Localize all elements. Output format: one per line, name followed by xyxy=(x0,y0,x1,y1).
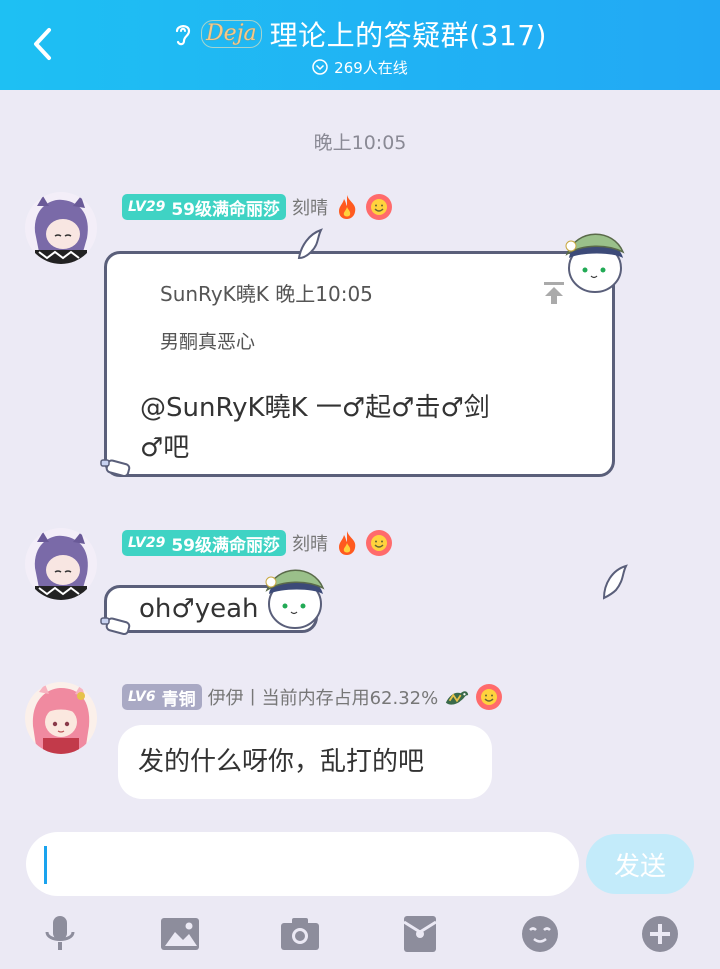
image-icon xyxy=(161,918,199,950)
group-logo: Deja xyxy=(201,20,262,48)
chibi-character-decoration-icon xyxy=(265,569,325,629)
sender-info: LV29 59级满命丽莎 刻晴 xyxy=(122,193,392,221)
plus-icon xyxy=(642,916,678,952)
online-count-label: 269人在线 xyxy=(334,58,408,77)
message-bubble[interactable]: 发的什么呀你，乱打的吧 xyxy=(118,725,492,799)
level-badge: LV29 59级满命丽莎 xyxy=(122,194,286,220)
level-label: LV29 xyxy=(128,535,166,551)
sender-info: LV6 青铜 伊伊丨当前内存占用62.32% xyxy=(122,683,503,711)
fire-icon xyxy=(334,530,360,556)
message-text: @SunRyK曉K 一♂起♂击♂剑 ♂吧 xyxy=(140,388,580,468)
level-label: LV6 xyxy=(128,689,156,705)
bottle-decoration-icon xyxy=(100,617,131,636)
microphone-icon xyxy=(45,916,75,950)
red-packet-icon xyxy=(403,916,437,952)
title-label: 青铜 xyxy=(161,689,196,710)
fire-icon xyxy=(334,194,360,220)
reply-text: 男酮真恶心 xyxy=(160,331,256,353)
chat-header: Deja 理论上的答疑群(317) 269人在线 xyxy=(0,0,720,90)
message-bubble[interactable]: oh♂yeah xyxy=(100,569,325,636)
level-badge: LV29 59级满命丽莎 xyxy=(122,530,286,556)
feather-decoration-icon xyxy=(297,228,323,260)
avatar[interactable] xyxy=(25,528,97,600)
smiley-flower-icon xyxy=(476,684,503,710)
avatar-image xyxy=(25,192,97,264)
emoji-button[interactable] xyxy=(518,912,562,956)
message-text: oh♂yeah xyxy=(139,594,259,624)
image-button[interactable] xyxy=(158,912,202,956)
chat-title-row[interactable]: Deja 理论上的答疑群(317) xyxy=(0,14,720,54)
feather-decoration-icon xyxy=(602,564,628,600)
ear-icon xyxy=(175,25,191,46)
title-label: 59级满命丽莎 xyxy=(171,199,280,220)
quoted-reply[interactable]: SunRyK曉K 晚上10:05 男酮真恶心 xyxy=(137,278,582,354)
input-toolbar xyxy=(0,912,720,956)
level-badge: LV6 青铜 xyxy=(122,684,202,710)
avatar[interactable] xyxy=(25,192,97,264)
send-button[interactable]: 发送 xyxy=(586,834,694,894)
voice-button[interactable] xyxy=(38,912,82,956)
avatar-image xyxy=(25,682,97,754)
emoji-icon xyxy=(522,916,558,952)
message-input[interactable] xyxy=(26,832,579,896)
title-label: 59级满命丽莎 xyxy=(171,535,280,556)
red-packet-button[interactable] xyxy=(398,912,442,956)
message-text: 发的什么呀你，乱打的吧 xyxy=(138,747,425,777)
reply-author: SunRyK曉K 晚上10:05 xyxy=(160,282,373,306)
sender-nickname[interactable]: 刻晴 xyxy=(292,530,328,556)
avatar[interactable] xyxy=(25,682,97,754)
more-button[interactable] xyxy=(638,912,682,956)
avatar-image xyxy=(25,528,97,600)
input-panel: 发送 xyxy=(0,820,720,969)
message-bubble[interactable]: SunRyK曉K 晚上10:05 男酮真恶心 @SunRyK曉K 一♂起♂击♂剑… xyxy=(100,228,625,478)
camera-icon xyxy=(281,918,319,950)
page-title: 理论上的答疑群(317) xyxy=(269,19,547,52)
smiley-flower-icon xyxy=(365,530,392,556)
online-count[interactable]: 269人在线 xyxy=(0,56,720,78)
chibi-character-decoration-icon xyxy=(565,233,625,293)
message-text-line-1: @SunRyK曉K 一♂起♂击♂剑 xyxy=(140,393,490,423)
sender-nickname[interactable]: 刻晴 xyxy=(292,194,328,220)
smiley-flower-icon xyxy=(365,194,392,220)
chevron-down-circle-icon xyxy=(312,59,328,75)
dragon-icon xyxy=(444,684,470,710)
level-label: LV29 xyxy=(128,199,166,215)
sender-nickname[interactable]: 伊伊丨当前内存占用62.32% xyxy=(208,684,439,710)
text-caret xyxy=(44,846,47,884)
camera-button[interactable] xyxy=(278,912,322,956)
bottle-decoration-icon xyxy=(100,459,131,478)
time-divider: 晚上10:05 xyxy=(313,132,407,154)
message-text-line-2: ♂吧 xyxy=(140,433,190,463)
sender-info: LV29 59级满命丽莎 刻晴 xyxy=(122,529,392,557)
